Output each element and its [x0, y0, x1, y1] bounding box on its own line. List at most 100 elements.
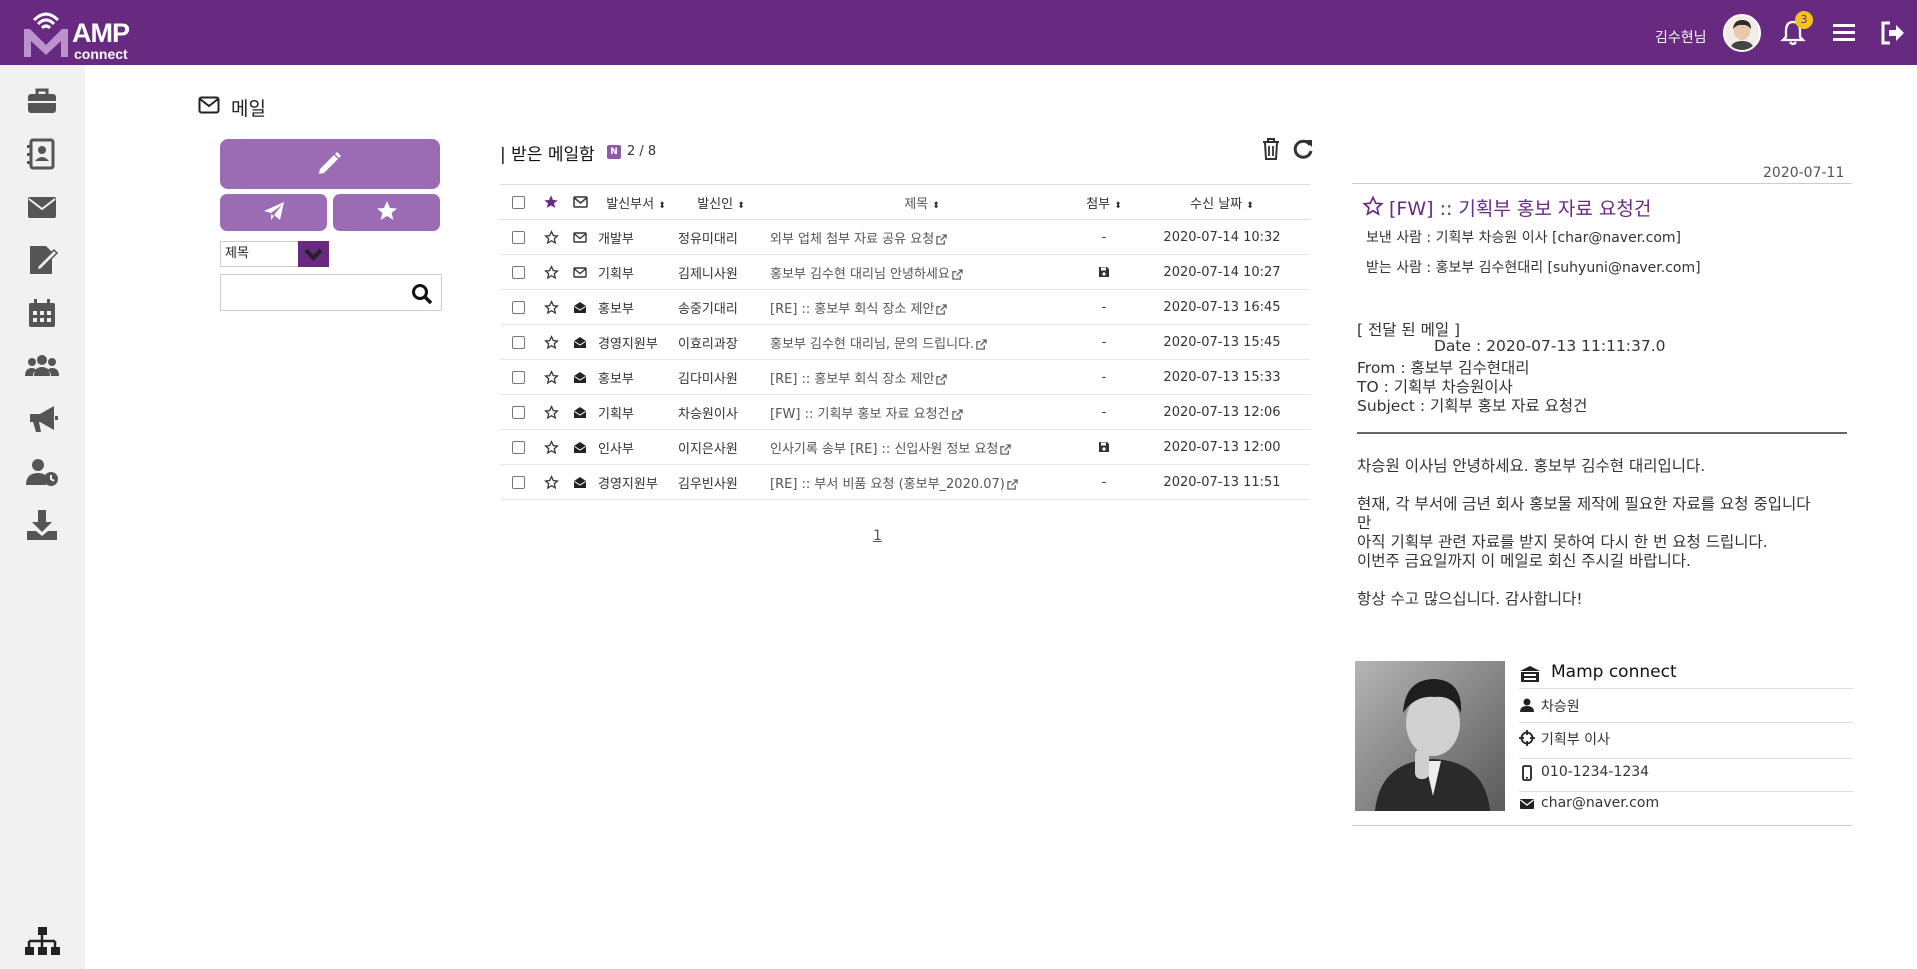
table-row[interactable]: 인사부 이지은사원 인사기록 송부 [RE] :: 신입사원 정보 요청 2020-0…	[500, 429, 1310, 465]
external-link-icon[interactable]	[934, 372, 948, 387]
logout-icon[interactable]	[1878, 18, 1908, 48]
star-outline-icon[interactable]	[543, 404, 559, 420]
star-outline-icon[interactable]	[543, 474, 559, 490]
table-row[interactable]: 홍보부 송중기대리 [RE] :: 홍보부 회식 장소 제안 - 2020-07-13 …	[500, 289, 1310, 325]
row-attachment: -	[1101, 369, 1107, 385]
star-outline-icon[interactable]	[543, 369, 559, 385]
starred-mail-button[interactable]	[333, 194, 440, 231]
row-checkbox[interactable]	[511, 265, 525, 279]
search-input[interactable]	[221, 275, 401, 310]
mailbox-title: | 받은 메일함	[500, 145, 595, 165]
external-link-icon[interactable]	[1005, 477, 1018, 492]
page-number-link[interactable]: 1	[873, 528, 882, 544]
floppy-disk-icon[interactable]	[1098, 440, 1110, 455]
col-header-subject[interactable]: 제목 ⬍	[764, 184, 1074, 220]
trash-icon[interactable]	[1260, 137, 1282, 161]
external-link-icon[interactable]	[950, 407, 963, 422]
select-all-checkbox[interactable]	[511, 195, 525, 209]
signature-position: 기획부 이사	[1541, 732, 1610, 748]
unread-count: 2 / 8	[627, 144, 657, 159]
row-checkbox[interactable]	[511, 300, 525, 314]
external-link-icon[interactable]	[934, 232, 947, 247]
row-subject-link[interactable]: 홍보부 김수현 대리님 안녕하세요	[770, 267, 950, 282]
col-header-attachment[interactable]: 첨부 ⬍	[1074, 184, 1134, 220]
avatar[interactable]	[1723, 14, 1761, 52]
row-subject-link[interactable]: 외부 업체 첨부 자료 공유 요청	[770, 232, 934, 247]
group-icon[interactable]	[24, 348, 60, 384]
external-link-icon[interactable]	[950, 267, 963, 282]
calendar-icon[interactable]	[24, 295, 60, 331]
external-link-icon[interactable]	[998, 442, 1012, 457]
row-date: 2020-07-13 16:45	[1134, 289, 1310, 325]
external-link-icon[interactable]	[934, 302, 948, 317]
star-outline-icon[interactable]	[543, 229, 559, 245]
new-badge: N	[607, 145, 621, 159]
table-row[interactable]: 개발부 정유미대리 외부 업체 첨부 자료 공유 요청 - 2020-07-14 10:…	[500, 219, 1310, 255]
col-header-dept[interactable]: 발신부서 ⬍	[594, 184, 674, 220]
user-clock-icon[interactable]	[24, 454, 60, 490]
row-subject-link[interactable]: 인사기록 송부 [RE] :: 신입사원 정보 요청	[770, 442, 998, 457]
star-outline-icon[interactable]	[543, 439, 559, 455]
col-header-date[interactable]: 수신 날짜 ⬍	[1134, 184, 1310, 220]
body-line: 차승원 이사님 안녕하세요. 홍보부 김수현 대리입니다.	[1357, 457, 1706, 475]
row-checkbox[interactable]	[511, 440, 525, 454]
star-outline-icon[interactable]	[1362, 195, 1384, 217]
row-checkbox[interactable]	[511, 230, 525, 244]
approval-icon[interactable]	[24, 242, 60, 278]
table-row[interactable]: 홍보부 김다미사원 [RE] :: 홍보부 회식 장소 제안 - 2020-07-13 …	[500, 359, 1310, 395]
row-checkbox-cell	[500, 324, 536, 360]
col-dept-label: 발신부서	[606, 196, 655, 212]
col-date-label: 수신 날짜	[1190, 196, 1243, 212]
star-filled-icon[interactable]	[543, 194, 559, 210]
external-link-icon[interactable]	[974, 337, 987, 352]
sitemap-icon[interactable]	[24, 925, 60, 961]
star-outline-icon[interactable]	[543, 334, 559, 350]
briefcase-icon[interactable]	[24, 83, 60, 119]
menu-icon[interactable]	[1829, 18, 1859, 48]
megaphone-icon[interactable]	[24, 401, 60, 437]
envelope-outline-icon[interactable]	[572, 196, 588, 208]
row-subject-link[interactable]: [FW] :: 기획부 홍보 자료 요청건	[770, 407, 950, 422]
refresh-icon[interactable]	[1291, 137, 1315, 161]
sent-mail-button[interactable]	[220, 194, 327, 231]
table-row[interactable]: 경영지원부 이효리과장 홍보부 김수현 대리님, 문의 드립니다. - 2020-07-…	[500, 324, 1310, 360]
row-checkbox[interactable]	[511, 475, 525, 489]
contacts-icon[interactable]	[24, 136, 60, 172]
row-checkbox[interactable]	[511, 370, 525, 384]
row-subject-link[interactable]: 홍보부 김수현 대리님, 문의 드립니다.	[770, 337, 974, 352]
sort-icon: ⬍	[658, 200, 666, 211]
row-checkbox[interactable]	[511, 405, 525, 419]
row-attachment: -	[1101, 474, 1107, 490]
row-read-status-cell	[566, 289, 594, 325]
user-name[interactable]: 김수현님	[1655, 27, 1707, 47]
signature-email[interactable]: char@naver.com	[1541, 795, 1659, 811]
select-dropdown-button[interactable]	[298, 241, 329, 267]
star-outline-icon[interactable]	[543, 299, 559, 315]
star-outline-icon[interactable]	[543, 264, 559, 280]
row-subject-link[interactable]: [RE] :: 홍보부 회식 장소 제안	[770, 372, 934, 387]
logo[interactable]: AMP connect	[20, 5, 140, 62]
row-checkbox[interactable]	[511, 335, 525, 349]
sort-icon: ⬍	[1114, 200, 1122, 211]
floppy-disk-icon[interactable]	[1098, 265, 1110, 280]
download-icon[interactable]	[24, 507, 60, 543]
compose-button[interactable]	[220, 139, 440, 189]
row-subject-link[interactable]: [RE] :: 홍보부 회식 장소 제안	[770, 302, 934, 317]
row-date: 2020-07-14 10:27	[1134, 254, 1310, 290]
search-icon[interactable]	[411, 283, 433, 305]
row-attachment: -	[1101, 334, 1107, 350]
chevron-down-icon	[304, 248, 323, 261]
row-read-status-cell	[566, 464, 594, 500]
row-subject-cell: 인사기록 송부 [RE] :: 신입사원 정보 요청	[764, 429, 1074, 465]
mail-subject: [FW] :: 기획부 홍보 자료 요청건	[1389, 198, 1652, 220]
row-date: 2020-07-14 10:32	[1134, 219, 1310, 255]
table-row[interactable]: 기획부 김제니사원 홍보부 김수현 대리님 안녕하세요 2020-07-14 10:2…	[500, 254, 1310, 290]
envelope-open-icon	[573, 475, 587, 490]
table-row[interactable]: 경영지원부 김우빈사원 [RE] :: 부서 비품 요청 (홍보부_2020.07)…	[500, 464, 1310, 500]
row-attachment-cell: -	[1074, 324, 1134, 360]
row-sender: 정유미대리	[674, 219, 764, 255]
table-row[interactable]: 기획부 차승원이사 [FW] :: 기획부 홍보 자료 요청건 - 2020-07-13…	[500, 394, 1310, 430]
row-subject-link[interactable]: [RE] :: 부서 비품 요청 (홍보부_2020.07)	[770, 477, 1005, 492]
mail-icon[interactable]	[24, 189, 60, 225]
col-header-sender[interactable]: 발신인 ⬍	[674, 184, 764, 220]
